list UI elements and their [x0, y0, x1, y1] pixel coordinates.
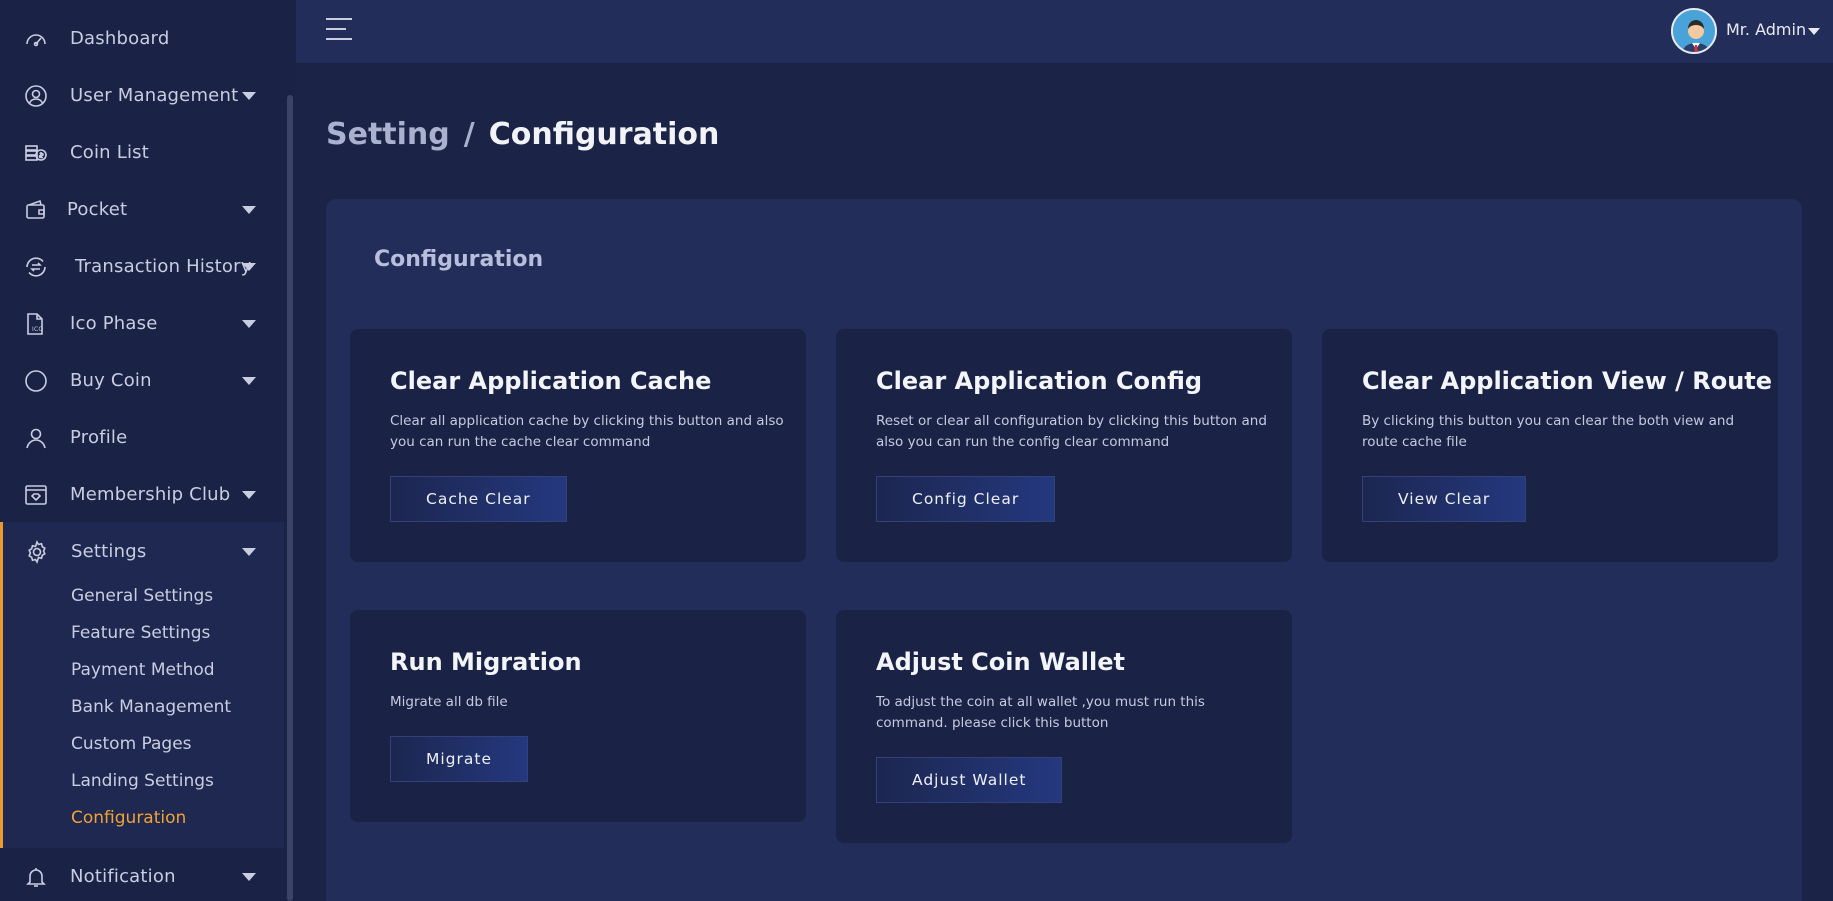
sidebar-item-buy-coin[interactable]: Buy Coin — [0, 352, 284, 409]
speedometer-icon — [26, 33, 46, 46]
chevron-down-icon — [242, 262, 256, 271]
card-run-migration: Run Migration Migrate all db file Migrat… — [350, 610, 806, 822]
card-clear-config: Clear Application Config Reset or clear … — [836, 329, 1292, 562]
submenu-custom-pages[interactable]: Custom Pages — [71, 734, 192, 754]
sidebar-item-notification[interactable]: Notification — [0, 848, 284, 901]
card-title: Adjust Coin Wallet — [876, 648, 1125, 676]
svg-text:ICO: ICO — [32, 326, 43, 333]
sidebar: Dashboard User Management Coin List Pock… — [0, 0, 284, 901]
chevron-down-icon — [242, 319, 256, 328]
sidebar-item-label: Dashboard — [70, 28, 170, 49]
sidebar-item-label: Coin List — [70, 142, 149, 163]
submenu-general-settings[interactable]: General Settings — [71, 586, 213, 606]
chevron-down-icon — [242, 376, 256, 385]
topbar: Mr. Admin — [296, 0, 1833, 63]
bell-icon — [26, 867, 46, 887]
chevron-down-icon — [242, 205, 256, 214]
adjust-wallet-button[interactable]: Adjust Wallet — [876, 757, 1063, 803]
membership-icon — [25, 484, 47, 505]
submenu-configuration[interactable]: Configuration — [71, 808, 186, 828]
sidebar-scrollbar-thumb[interactable] — [287, 95, 293, 901]
avatar[interactable] — [1671, 8, 1717, 54]
card-clear-cache: Clear Application Cache Clear all applic… — [350, 329, 806, 562]
sidebar-item-label: Transaction History — [75, 256, 252, 277]
config-clear-button[interactable]: Config Clear — [876, 476, 1056, 522]
card-title: Run Migration — [390, 648, 582, 676]
card-title: Clear Application Config — [876, 367, 1203, 395]
breadcrumb-separator: / — [463, 117, 475, 152]
sidebar-item-dashboard[interactable]: Dashboard — [0, 10, 284, 67]
view-clear-button[interactable]: View Clear — [1362, 476, 1527, 522]
chevron-down-icon — [242, 547, 256, 556]
card-description: To adjust the coin at all wallet ,you mu… — [876, 694, 1205, 731]
sidebar-item-profile[interactable]: Profile — [0, 409, 284, 466]
sidebar-item-user-management[interactable]: User Management — [0, 67, 284, 124]
panel-title: Configuration — [374, 247, 544, 272]
sidebar-item-label: Settings — [71, 541, 147, 562]
submenu-bank-management[interactable]: Bank Management — [71, 697, 231, 717]
page-title: Configuration — [488, 117, 720, 152]
sidebar-item-settings[interactable]: Settings — [0, 523, 284, 580]
user-icon — [26, 428, 46, 448]
breadcrumb-parent[interactable]: Setting — [326, 117, 450, 152]
card-title: Clear Application Cache — [390, 367, 712, 395]
sidebar-item-label: Ico Phase — [70, 313, 158, 334]
submenu-payment-method[interactable]: Payment Method — [71, 660, 215, 680]
sidebar-item-label: Membership Club — [70, 484, 231, 505]
transaction-icon — [26, 256, 46, 277]
sidebar-item-label: Buy Coin — [70, 370, 152, 391]
ico-file-icon: ICO — [27, 312, 43, 335]
migrate-button[interactable]: Migrate — [390, 736, 529, 782]
chevron-down-icon — [242, 490, 256, 499]
submenu-landing-settings[interactable]: Landing Settings — [71, 771, 214, 791]
card-description: Migrate all db file — [390, 694, 508, 710]
sidebar-item-transaction-history[interactable]: Transaction History — [0, 238, 284, 295]
user-avatar-icon — [1673, 10, 1715, 52]
menu-toggle-icon[interactable] — [326, 18, 352, 42]
card-description: By clicking this button you can clear th… — [1362, 413, 1735, 450]
sidebar-item-label: User Management — [70, 85, 239, 106]
card-description: Clear all application cache by clicking … — [390, 413, 784, 450]
card-adjust-coin-wallet: Adjust Coin Wallet To adjust the coin at… — [836, 610, 1292, 843]
sidebar-item-label: Notification — [70, 866, 176, 887]
gear-icon — [28, 539, 46, 564]
breadcrumb: Setting / Configuration — [326, 117, 719, 152]
card-title: Clear Application View / Route — [1362, 367, 1773, 395]
sidebar-item-pocket[interactable]: Pocket — [0, 181, 284, 238]
wallet-icon — [26, 199, 45, 219]
chevron-down-icon[interactable] — [1808, 28, 1820, 35]
cache-clear-button[interactable]: Cache Clear — [390, 476, 567, 522]
circle-icon — [25, 369, 47, 392]
user-circle-icon — [25, 84, 47, 107]
card-description: Reset or clear all configuration by clic… — [876, 413, 1267, 450]
card-clear-view-route: Clear Application View / Route By clicki… — [1322, 329, 1778, 562]
sidebar-item-coin-list[interactable]: Coin List — [0, 124, 284, 181]
sidebar-item-ico-phase[interactable]: ICO Ico Phase — [0, 295, 284, 352]
coins-icon — [25, 144, 47, 161]
sidebar-item-label: Pocket — [67, 199, 128, 220]
sidebar-item-membership-club[interactable]: Membership Club — [0, 466, 284, 523]
chevron-down-icon — [242, 872, 256, 881]
sidebar-item-label: Profile — [70, 427, 128, 448]
chevron-down-icon — [242, 91, 256, 100]
submenu-feature-settings[interactable]: Feature Settings — [71, 623, 210, 643]
user-name[interactable]: Mr. Admin — [1726, 20, 1806, 39]
